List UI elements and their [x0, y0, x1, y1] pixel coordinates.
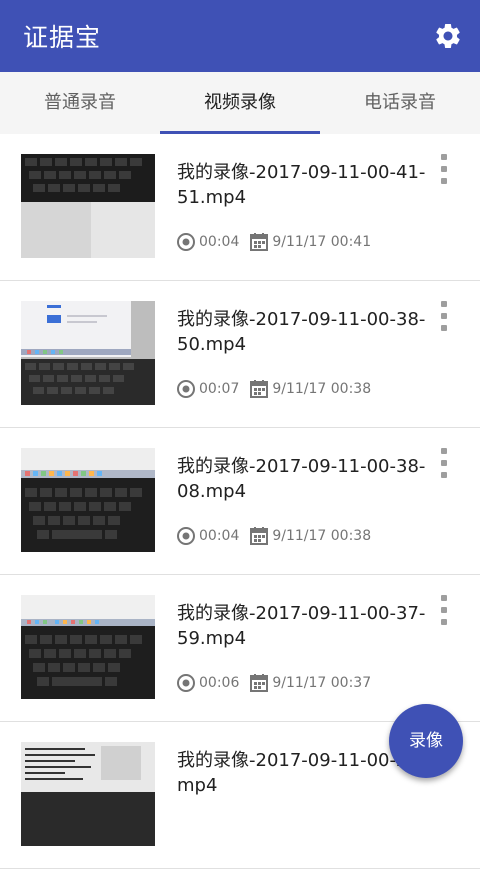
file-meta: 00:06 9/11/17 00:37 [176, 672, 371, 694]
more-options-button[interactable] [437, 595, 451, 625]
thumbnail-image [21, 742, 155, 846]
duration-text: 00:04 [199, 234, 240, 250]
duration-text: 00:07 [199, 381, 240, 397]
tab-video[interactable]: 视频录像 [160, 72, 320, 134]
list-item[interactable]: 我的录像-2017-09-11-00-37-59.mp4 00:06 9/11/… [0, 575, 480, 722]
app-title: 证据宝 [23, 23, 102, 52]
record-video-button[interactable]: 录像 [389, 704, 463, 778]
thumbnail-image [21, 448, 155, 552]
calendar-icon [249, 673, 269, 693]
file-name: 我的录像-2017-09-11-00-38-50.mp4 [177, 309, 426, 355]
tab-audio[interactable]: 普通录音 [0, 72, 160, 134]
record-circle-icon [176, 232, 196, 252]
calendar-icon [249, 379, 269, 399]
thumbnail-image [21, 154, 155, 258]
video-thumbnail[interactable] [21, 742, 155, 846]
more-vert-icon [441, 301, 447, 307]
record-circle-icon [176, 673, 196, 693]
duration-text: 00:04 [199, 528, 240, 544]
duration-text: 00:06 [199, 675, 240, 691]
tab-phone[interactable]: 电话录音 [320, 72, 480, 134]
video-thumbnail[interactable] [21, 154, 155, 258]
settings-button[interactable] [432, 20, 464, 52]
tab-bar: 普通录音 视频录像 电话录音 [0, 72, 480, 134]
date-text: 9/11/17 00:41 [272, 234, 372, 250]
file-name: 我的录像-2017-09-11-00-41-51.mp4 [177, 162, 426, 208]
list-item[interactable]: 我的录像-2017-09-11-00-38-50.mp4 00:07 9/11/… [0, 281, 480, 428]
more-vert-icon [441, 448, 447, 454]
calendar-icon [249, 526, 269, 546]
date-text: 9/11/17 00:38 [272, 381, 372, 397]
date-text: 9/11/17 00:37 [272, 675, 372, 691]
thumbnail-image [21, 301, 155, 405]
file-meta: 00:07 9/11/17 00:38 [176, 378, 371, 400]
file-meta: 00:04 9/11/17 00:41 [176, 231, 371, 253]
file-meta: 00:04 9/11/17 00:38 [176, 525, 371, 547]
more-options-button[interactable] [437, 301, 451, 331]
file-name: 我的录像-2017-09-11-00-38-08.mp4 [177, 456, 426, 502]
record-circle-icon [176, 379, 196, 399]
file-name: 我的录像-2017-09-11-00-37-59.mp4 [177, 603, 426, 649]
record-circle-icon [176, 526, 196, 546]
video-thumbnail[interactable] [21, 301, 155, 405]
more-vert-icon [441, 154, 447, 160]
more-options-button[interactable] [437, 154, 451, 184]
calendar-icon [249, 232, 269, 252]
video-thumbnail[interactable] [21, 595, 155, 699]
list-item[interactable]: 我的录像-2017-09-11-00-41-51.mp4 00:04 9/11/… [0, 134, 480, 281]
date-text: 9/11/17 00:38 [272, 528, 372, 544]
thumbnail-image [21, 595, 155, 699]
list-item[interactable]: 我的录像-2017-09-11-00-38-08.mp4 00:04 9/11/… [0, 428, 480, 575]
more-options-button[interactable] [437, 448, 451, 478]
video-thumbnail[interactable] [21, 448, 155, 552]
app-bar: 证据宝 [0, 0, 480, 72]
gear-icon [436, 23, 460, 48]
more-vert-icon [441, 595, 447, 601]
file-name: 我的录像-2017-09-11-00-28.mp4 [177, 750, 425, 796]
